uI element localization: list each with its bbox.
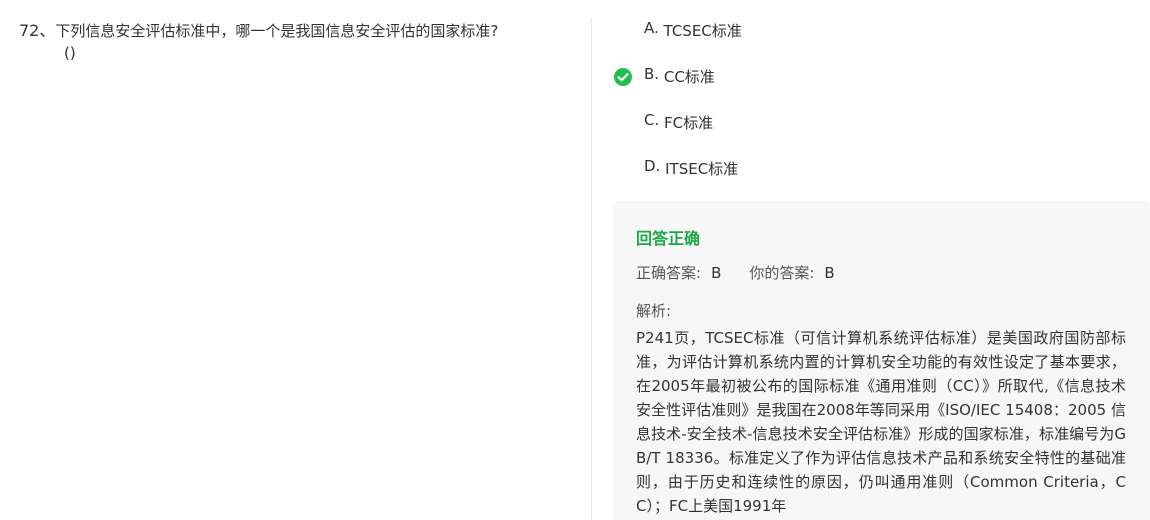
option-d[interactable]: D. ITSEC标准 <box>613 138 1133 184</box>
question-blank: () <box>64 44 76 62</box>
option-letter: B. <box>644 65 660 83</box>
answer-result-panel: 回答正确 正确答案: B 你的答案: B 解析: P241页，TCSEC标准（可信计算… <box>613 201 1150 520</box>
question-text: 下列信息安全评估标准中，哪一个是我国信息安全评估的国家标准? <box>55 22 499 40</box>
correct-answer-value: B <box>711 264 722 282</box>
option-letter: A. <box>644 19 659 37</box>
option-label: FC标准 <box>664 114 714 132</box>
your-answer-value: B <box>824 264 835 282</box>
option-label: ITSEC标准 <box>665 160 739 178</box>
options-list: A. TCSEC标准 B. CC标准 C. FC标准 D. ITSEC标准 <box>613 0 1133 184</box>
analysis-label: 解析: <box>636 302 672 320</box>
analysis-text: P241页，TCSEC标准（可信计算机系统评估标准）是美国政府国防部标准，为评估… <box>636 329 1126 515</box>
option-b[interactable]: B. CC标准 <box>613 46 1133 92</box>
question-stem: 72、下列信息安全评估标准中，哪一个是我国信息安全评估的国家标准? () <box>19 20 579 64</box>
option-c[interactable]: C. FC标准 <box>613 92 1133 138</box>
option-label: TCSEC标准 <box>663 22 742 40</box>
option-letter: D. <box>644 157 661 175</box>
column-divider <box>591 18 592 520</box>
answer-summary: 正确答案: B 你的答案: B <box>636 262 835 283</box>
result-status: 回答正确 <box>636 229 701 248</box>
question-number: 72、 <box>19 21 56 40</box>
option-a[interactable]: A. TCSEC标准 <box>613 0 1133 46</box>
option-letter: C. <box>644 111 660 129</box>
your-answer-label: 你的答案: <box>749 264 815 282</box>
question-page: 72、下列信息安全评估标准中，哪一个是我国信息安全评估的国家标准? () A. … <box>0 0 1150 520</box>
option-label: CC标准 <box>663 68 715 86</box>
correct-answer-label: 正确答案: <box>636 264 702 282</box>
